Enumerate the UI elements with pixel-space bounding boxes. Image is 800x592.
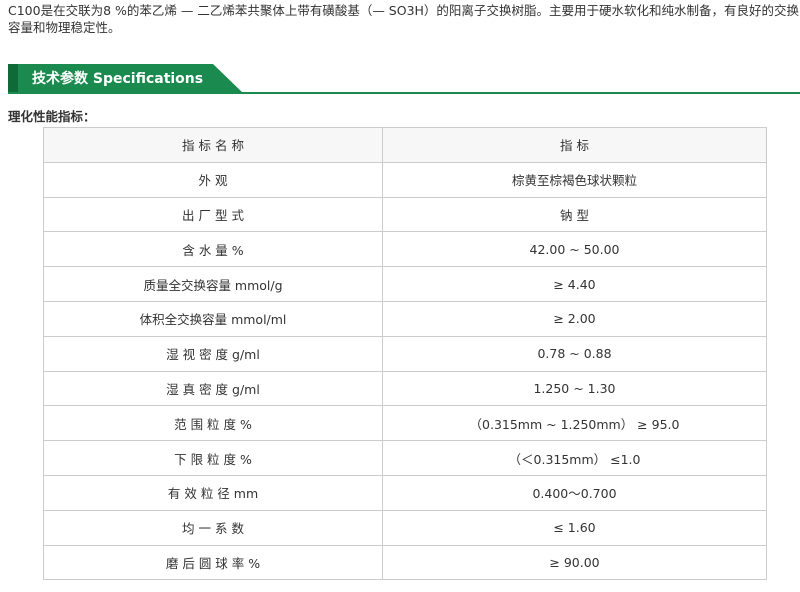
table-row: 外 观 棕黄至棕褐色球状颗粒	[43, 161, 767, 198]
table-row: 湿 视 密 度 g/ml 0.78 ~ 0.88	[43, 335, 767, 372]
table-row: 有 效 粒 径 mm 0.400～0.700	[43, 474, 767, 511]
table-row: 下 限 粒 度 % （＜0.315mm） ≤1.0	[43, 440, 767, 476]
row-name-cell: 均 一 系 数	[43, 509, 383, 546]
header-title: 技术参数 Specifications	[32, 71, 204, 87]
row-name-cell: 湿 视 密 度 g/ml	[43, 335, 383, 372]
table-row: 均 一 系 数 ≤ 1.60	[43, 509, 767, 546]
row-value-cell: 棕黄至棕褐色球状颗粒	[382, 161, 767, 198]
row-name-cell: 体积全交换容量 mmol/ml	[43, 300, 383, 337]
row-value-cell: ≤ 1.60	[382, 509, 767, 546]
header-rule	[8, 92, 800, 94]
row-value-cell: 0.78 ~ 0.88	[382, 335, 767, 372]
table-header-row: 指 标 名 称 指 标	[43, 127, 767, 163]
column-header-value: 指 标	[382, 127, 767, 163]
row-name-cell: 出 厂 型 式	[43, 196, 383, 233]
row-name-cell: 湿 真 密 度 g/ml	[43, 370, 383, 407]
row-value-cell: ≥ 4.40	[382, 266, 767, 302]
table-row: 含 水 量 % 42.00 ~ 50.00	[43, 231, 767, 268]
table-row: 湿 真 密 度 g/ml 1.250 ~ 1.30	[43, 370, 767, 407]
row-value-cell: （＜0.315mm） ≤1.0	[382, 440, 767, 476]
row-value-cell: （0.315mm ~ 1.250mm） ≥ 95.0	[382, 405, 767, 442]
row-value-cell: 0.400～0.700	[382, 474, 767, 511]
spec-table: 指 标 名 称 指 标 外 观 棕黄至棕褐色球状颗粒 出 厂 型 式 钠 型 含…	[43, 127, 767, 581]
row-value-cell: ≥ 2.00	[382, 300, 767, 337]
row-name-cell: 磨 后 圆 球 率 %	[43, 544, 383, 581]
row-name-cell: 外 观	[43, 161, 383, 198]
row-value-cell: ≥ 90.00	[382, 544, 767, 581]
row-name-cell: 范 围 粒 度 %	[43, 405, 383, 442]
table-row: 磨 后 圆 球 率 % ≥ 90.00	[43, 544, 767, 581]
intro-paragraph: C100是在交联为8 %的苯乙烯 — 二乙烯苯共聚体上带有磺酸基（— SO3H）…	[8, 3, 799, 35]
section-label: 理化性能指标：	[8, 109, 96, 124]
row-value-cell: 钠 型	[382, 196, 767, 233]
row-name-cell: 质量全交换容量 mmol/g	[43, 266, 383, 302]
header-tab-accent	[8, 64, 18, 94]
row-value-cell: 42.00 ~ 50.00	[382, 231, 767, 268]
table-row: 出 厂 型 式 钠 型	[43, 196, 767, 233]
row-name-cell: 下 限 粒 度 %	[43, 440, 383, 476]
column-header-name: 指 标 名 称	[43, 127, 383, 163]
row-name-cell: 含 水 量 %	[43, 231, 383, 268]
table-row: 质量全交换容量 mmol/g ≥ 4.40	[43, 266, 767, 302]
row-value-cell: 1.250 ~ 1.30	[382, 370, 767, 407]
specifications-header: 技术参数 Specifications	[8, 64, 800, 94]
row-name-cell: 有 效 粒 径 mm	[43, 474, 383, 511]
table-row: 范 围 粒 度 % （0.315mm ~ 1.250mm） ≥ 95.0	[43, 405, 767, 442]
table-row: 体积全交换容量 mmol/ml ≥ 2.00	[43, 300, 767, 337]
